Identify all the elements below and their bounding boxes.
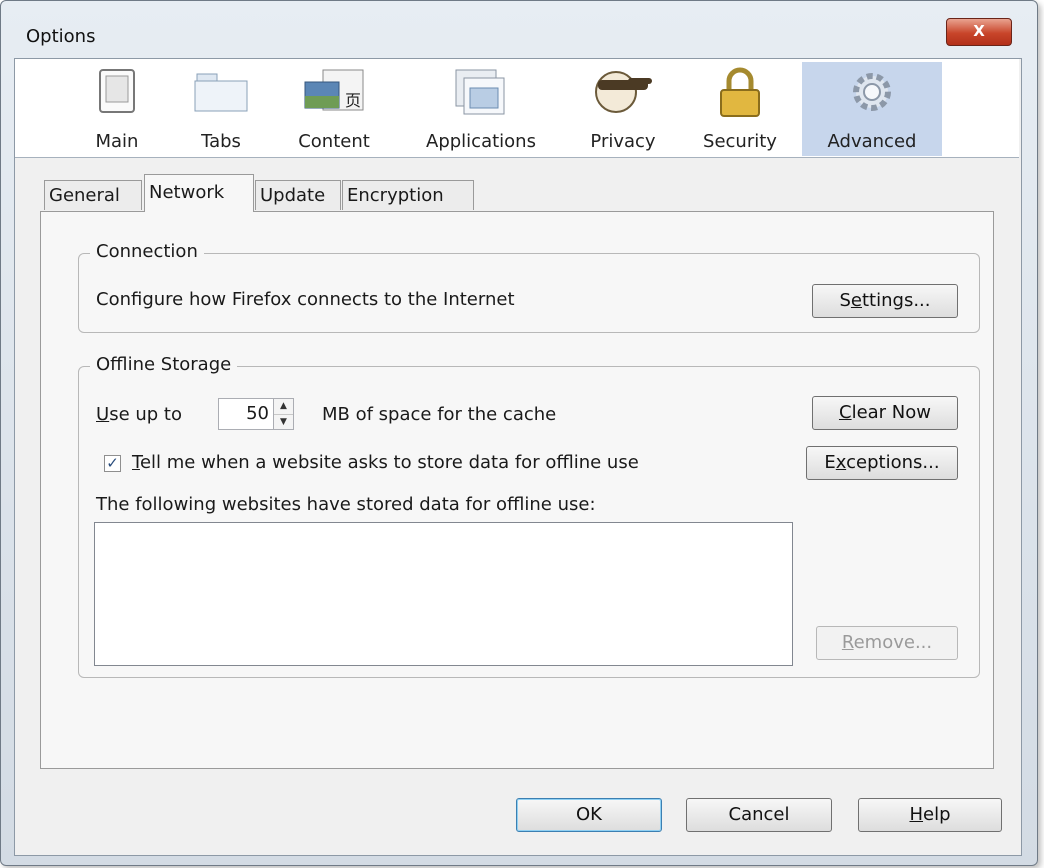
offline-storage-caption: Offline Storage	[90, 354, 238, 375]
padlock-icon	[720, 67, 760, 117]
pane-privacy[interactable]: Privacy	[576, 62, 670, 156]
tab-network[interactable]: Network	[144, 174, 254, 212]
cache-size-spinner[interactable]: ▲ ▼	[274, 398, 294, 430]
cancel-button[interactable]: Cancel	[686, 798, 832, 832]
window-title: Options	[26, 26, 96, 47]
content-pane-icon: 页	[304, 69, 364, 111]
settings-button[interactable]: Settings...	[812, 284, 958, 318]
tabs-pane-icon	[194, 73, 248, 112]
connection-caption: Connection	[90, 241, 204, 262]
pane-advanced[interactable]: Advanced	[802, 62, 942, 156]
tab-update[interactable]: Update	[255, 180, 341, 210]
svg-text:页: 页	[345, 91, 361, 110]
pane-content[interactable]: 页 Content	[284, 62, 384, 156]
cache-suffix-label: MB of space for the cache	[322, 404, 557, 425]
spin-up-icon[interactable]: ▲	[274, 399, 293, 415]
offline-sites-list[interactable]	[94, 522, 793, 666]
main-pane-icon	[99, 69, 135, 113]
pane-main[interactable]: Main	[70, 62, 164, 156]
spin-down-icon[interactable]: ▼	[274, 415, 293, 430]
gear-icon	[853, 73, 891, 111]
notify-offline-checkbox[interactable]: ✓	[104, 455, 121, 472]
connection-description: Configure how Firefox connects to the In…	[96, 289, 515, 310]
ok-button[interactable]: OK	[516, 798, 662, 832]
clear-now-button[interactable]: Clear Now	[812, 396, 958, 430]
pane-applications[interactable]: Applications	[408, 62, 554, 156]
cache-size-input[interactable]: 50	[218, 398, 274, 430]
exceptions-button[interactable]: Exceptions...	[806, 446, 958, 480]
offline-sites-label: The following websites have stored data …	[96, 494, 596, 515]
remove-button[interactable]: Remove...	[816, 626, 958, 660]
pane-tabs[interactable]: Tabs	[178, 62, 264, 156]
notify-offline-label[interactable]: Tell me when a website asks to store dat…	[132, 452, 639, 473]
use-up-to-label: Use up to	[96, 404, 182, 425]
applications-pane-icon	[455, 69, 505, 115]
privacy-mask-icon	[595, 71, 652, 113]
pane-security[interactable]: Security	[688, 62, 792, 156]
tab-general[interactable]: General	[44, 180, 142, 210]
close-icon: X	[973, 22, 985, 40]
tab-encryption[interactable]: Encryption	[342, 180, 474, 210]
help-button[interactable]: Help	[858, 798, 1002, 832]
close-button[interactable]: X	[946, 18, 1012, 46]
